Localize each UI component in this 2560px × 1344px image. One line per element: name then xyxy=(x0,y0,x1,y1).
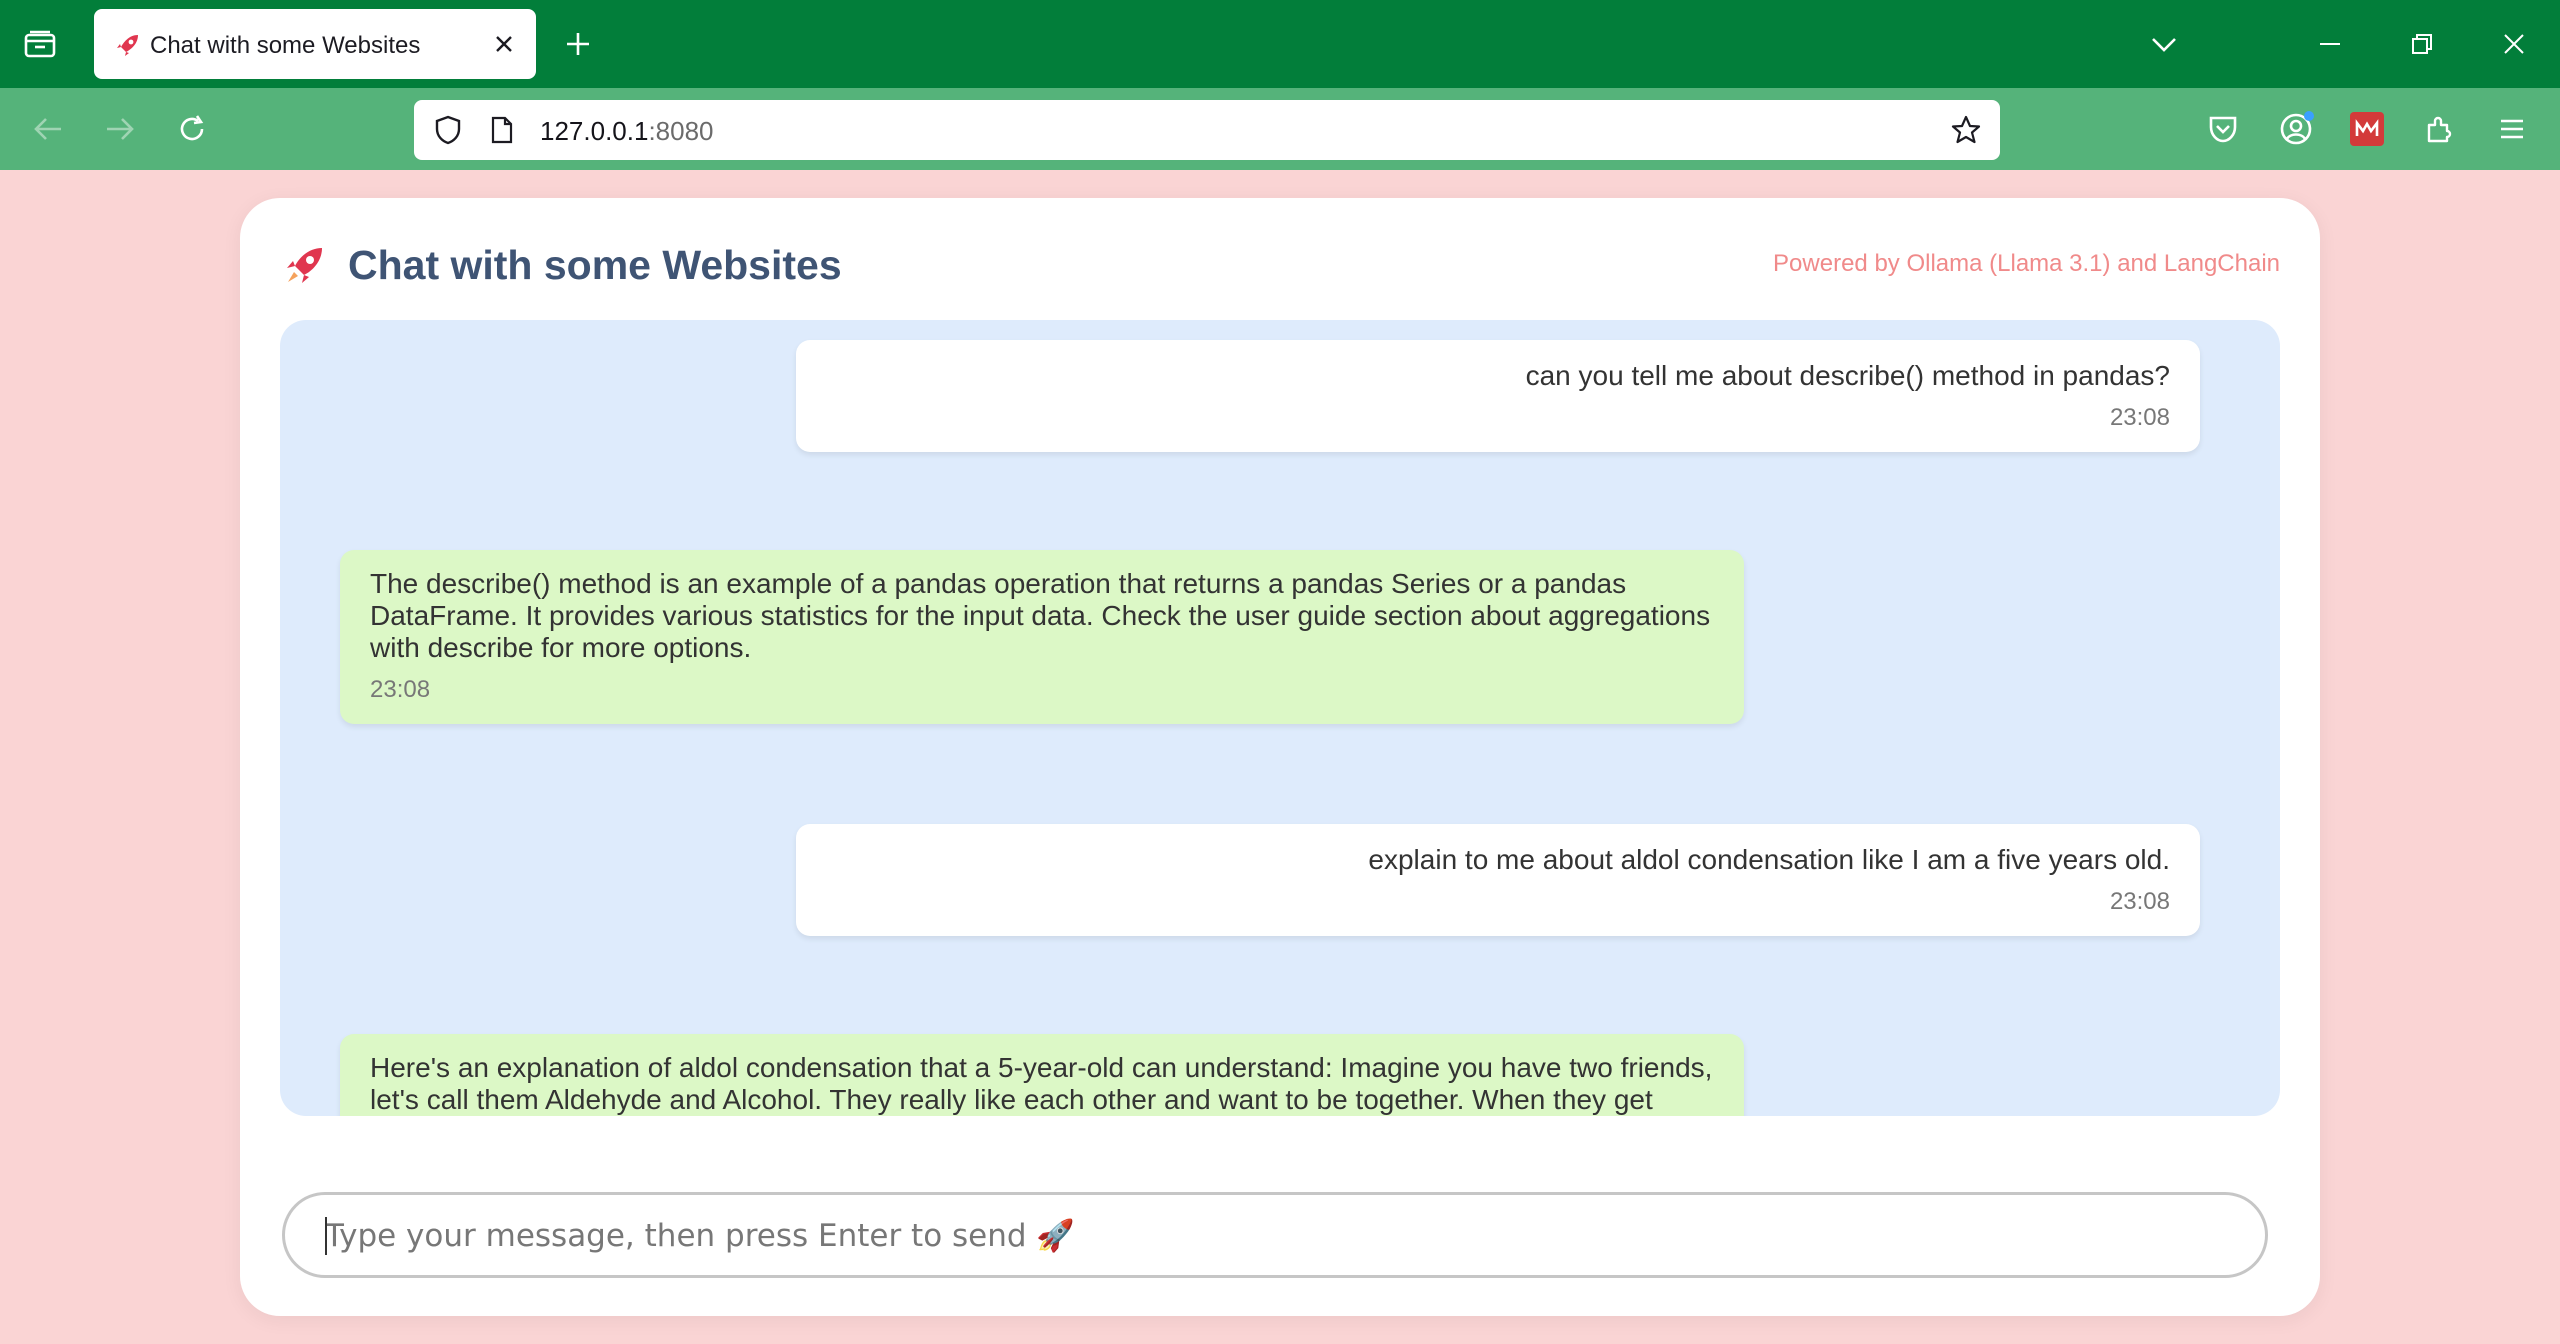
chevron-down-icon[interactable] xyxy=(2144,22,2184,66)
chat-history[interactable]: can you tell me about describe() method … xyxy=(280,320,2280,1116)
reload-icon[interactable] xyxy=(168,105,216,153)
page-icon xyxy=(484,112,520,148)
back-arrow-icon[interactable] xyxy=(24,105,72,153)
pocket-icon[interactable] xyxy=(2199,105,2247,153)
text-caret xyxy=(325,1217,327,1255)
chat-card: Chat with some Websites Powered by Ollam… xyxy=(240,198,2320,1316)
forward-arrow-icon[interactable] xyxy=(96,105,144,153)
window-close-icon[interactable] xyxy=(2494,22,2534,66)
extension-m-icon[interactable] xyxy=(2350,112,2384,146)
page-title: Chat with some Websites xyxy=(348,242,842,288)
browser-tab-bar: Chat with some Websites xyxy=(0,0,2560,88)
browser-nav-bar: 127.0.0.1:8080 xyxy=(0,88,2560,170)
rocket-favicon-icon xyxy=(117,35,138,56)
message-text: The describe() method is an example of a… xyxy=(370,568,1711,663)
message-input[interactable] xyxy=(325,1213,2225,1259)
extensions-puzzle-icon[interactable] xyxy=(2416,105,2464,153)
powered-by-text: Powered by Ollama (Llama 3.1) and LangCh… xyxy=(1773,250,2280,277)
tab-active[interactable]: Chat with some Websites xyxy=(94,9,536,79)
tab-title: Chat with some Websites xyxy=(150,32,421,59)
message-text: can you tell me about describe() method … xyxy=(1525,360,2170,391)
message-bot: Here's an explanation of aldol condensat… xyxy=(340,1034,1744,1116)
message-composer[interactable] xyxy=(282,1192,2268,1278)
message-text: explain to me about aldol condensation l… xyxy=(1368,844,2170,875)
message-time: 23:08 xyxy=(2109,888,2170,915)
message-time: 23:08 xyxy=(2109,404,2170,431)
url-text: 127.0.0.1:8080 xyxy=(540,116,714,146)
message-user: can you tell me about describe() method … xyxy=(796,340,2200,452)
message-time: 23:08 xyxy=(370,676,431,703)
rocket-logo-icon xyxy=(287,248,322,283)
minimize-icon[interactable] xyxy=(2310,22,2350,66)
bookmark-star-icon[interactable] xyxy=(1948,112,1984,148)
tab-list-icon[interactable] xyxy=(20,22,60,66)
hamburger-menu-icon[interactable] xyxy=(2488,105,2536,153)
account-avatar-icon[interactable] xyxy=(2272,105,2320,153)
address-bar[interactable]: 127.0.0.1:8080 xyxy=(414,100,2000,160)
message-text: Here's an explanation of aldol condensat… xyxy=(370,1052,1713,1115)
restore-icon[interactable] xyxy=(2402,22,2442,66)
close-icon[interactable] xyxy=(486,26,522,62)
new-tab-icon[interactable] xyxy=(558,22,598,66)
message-bot: The describe() method is an example of a… xyxy=(340,550,1744,724)
message-user: explain to me about aldol condensation l… xyxy=(796,824,2200,936)
notification-dot xyxy=(2304,111,2314,121)
shield-icon[interactable] xyxy=(430,112,466,148)
